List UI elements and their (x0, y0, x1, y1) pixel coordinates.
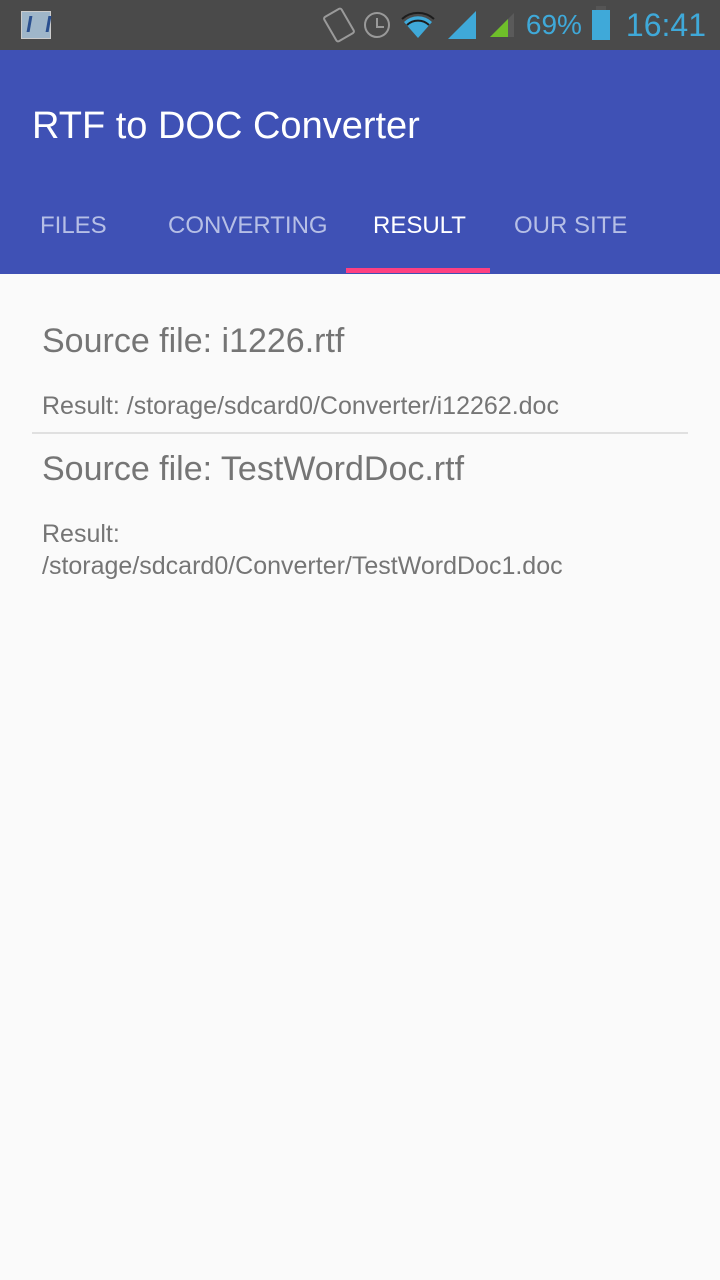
alarm-icon (363, 12, 390, 38)
tab-label: CONVERTING (168, 212, 328, 239)
signal-icon (447, 11, 476, 39)
status-bar: 69% 16:41 (0, 0, 720, 50)
source-file-label: Source file: TestWordDoc.rtf (42, 450, 465, 488)
tab-bar: FILES CONVERTING RESULT OUR SITE (0, 214, 720, 262)
app-bar: RTF to DOC Converter FILES CONVERTING RE… (0, 50, 720, 274)
vibrate-icon (321, 6, 356, 44)
tab-our-site[interactable]: OUR SITE (514, 214, 627, 262)
app-title: RTF to DOC Converter (32, 105, 420, 147)
tab-label: RESULT (373, 212, 466, 239)
battery-icon (591, 6, 610, 40)
app-notification-icon (21, 11, 51, 39)
divider (32, 432, 688, 434)
clock: 16:41 (625, 6, 706, 43)
tab-label: OUR SITE (514, 212, 628, 239)
tab-converting[interactable]: CONVERTING (168, 214, 328, 262)
battery-percent: 69% (525, 9, 582, 40)
signal-icon-secondary (489, 13, 514, 37)
result-path-label: Result: /storage/sdcard0/Converter/i1226… (42, 392, 559, 420)
tab-label: FILES (40, 212, 107, 239)
active-tab-indicator (346, 268, 490, 273)
result-path-label: Result: /storage/sdcard0/Converter/TestW… (42, 520, 563, 580)
tab-files[interactable]: FILES (40, 214, 107, 262)
source-file-label: Source file: i1226.rtf (42, 322, 345, 360)
wifi-icon (401, 11, 435, 38)
tab-result[interactable]: RESULT (373, 214, 466, 262)
